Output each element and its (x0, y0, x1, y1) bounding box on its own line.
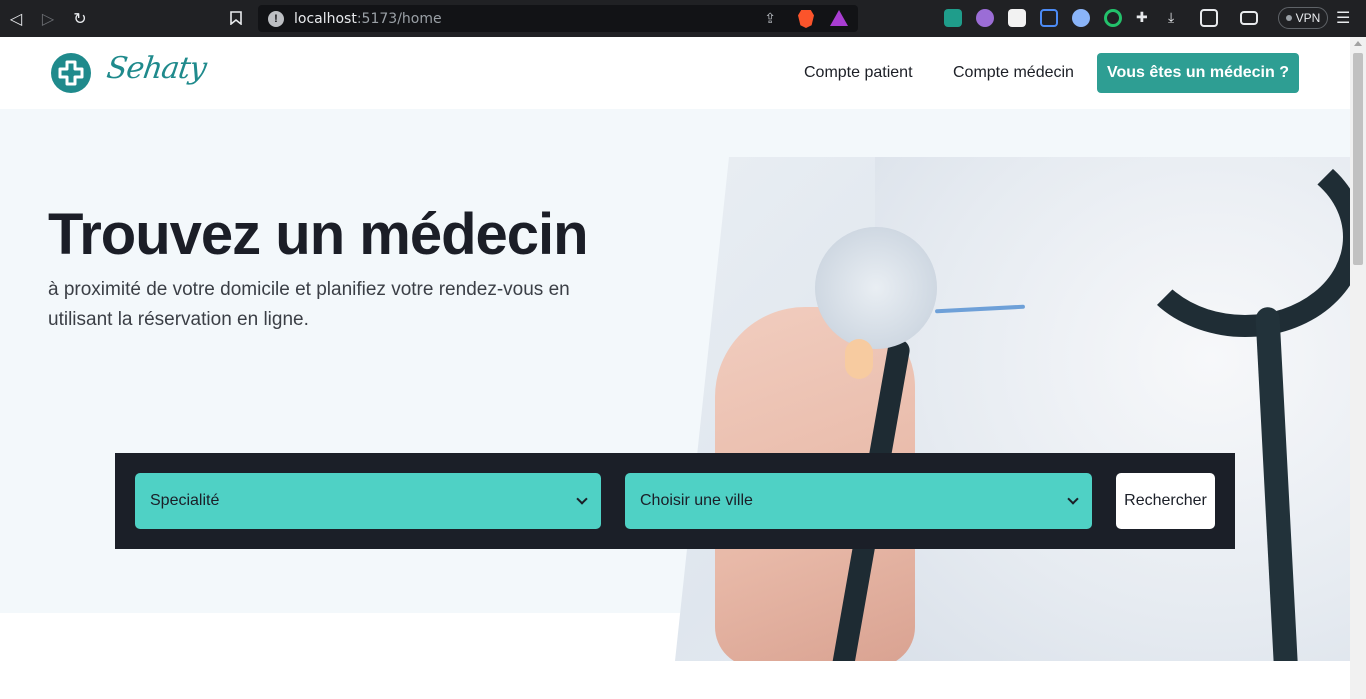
forward-icon[interactable]: ▷ (32, 0, 64, 37)
page: Sehaty Compte patient Compte médecin Vou… (0, 37, 1350, 699)
fingernail-shape (845, 339, 873, 379)
specialty-select[interactable]: Specialité (135, 473, 601, 529)
scrollbar-thumb[interactable] (1353, 53, 1363, 265)
sidebar-icon[interactable] (1200, 9, 1218, 27)
menu-icon[interactable]: ☰ (1336, 8, 1350, 28)
download-icon[interactable]: ⤓ (1168, 9, 1186, 27)
hero-title: Trouvez un médecin (48, 202, 589, 267)
specialty-select-value: Specialité (150, 492, 220, 509)
brave-shields-icon[interactable] (798, 10, 814, 28)
nav-doctor-account[interactable]: Compte médecin (953, 64, 1074, 82)
stethoscope-chestpiece (815, 227, 937, 349)
wallet-icon[interactable] (1240, 11, 1258, 25)
brave-rewards-icon[interactable] (830, 10, 848, 26)
vpn-button[interactable]: VPN (1278, 7, 1328, 29)
logo-text[interactable]: Sehaty (105, 51, 208, 86)
medical-cross-icon (58, 60, 84, 86)
chevron-down-icon (576, 493, 588, 505)
search-bar: Specialité Choisir une ville Rechercher (115, 453, 1235, 549)
bookmark-icon[interactable] (226, 8, 246, 28)
extension-icon[interactable] (1072, 9, 1090, 27)
chevron-down-icon (1067, 493, 1079, 505)
scrollbar[interactable] (1350, 37, 1366, 699)
scroll-up-icon[interactable] (1354, 41, 1362, 46)
city-select-value: Choisir une ville (640, 492, 753, 509)
site-header: Sehaty Compte patient Compte médecin Vou… (0, 37, 1350, 109)
doctor-stethoscope-image (675, 157, 1350, 661)
nav-patient-account[interactable]: Compte patient (804, 64, 913, 82)
back-icon[interactable]: ◁ (0, 0, 32, 37)
url-text: localhost:5173/home (294, 10, 442, 27)
site-info-icon[interactable]: ! (268, 10, 284, 27)
reload-icon[interactable]: ↻ (64, 0, 96, 37)
vpn-status-icon (1285, 15, 1292, 21)
search-button[interactable]: Rechercher (1116, 473, 1215, 529)
puzzle-icon[interactable]: ✚ (1136, 9, 1154, 27)
extension-icon[interactable] (944, 9, 962, 27)
city-select[interactable]: Choisir une ville (625, 473, 1092, 529)
browser-toolbar: ◁ ▷ ↻ ! localhost:5173/home ⇪ ✚ ⤓ VPN ☰ (0, 0, 1366, 37)
hero-subtitle: à proximité de votre domicile et planifi… (48, 279, 570, 330)
link-icon[interactable] (1040, 9, 1058, 27)
doctor-cta-button[interactable]: Vous êtes un médecin ? (1097, 53, 1299, 93)
extension-icon[interactable] (976, 9, 994, 27)
vpn-label: VPN (1295, 11, 1321, 25)
share-icon[interactable]: ⇪ (764, 10, 776, 27)
extension-icon[interactable] (1008, 9, 1026, 27)
address-bar[interactable]: ! localhost:5173/home ⇪ (258, 5, 858, 32)
extension-icon[interactable] (1104, 9, 1122, 27)
